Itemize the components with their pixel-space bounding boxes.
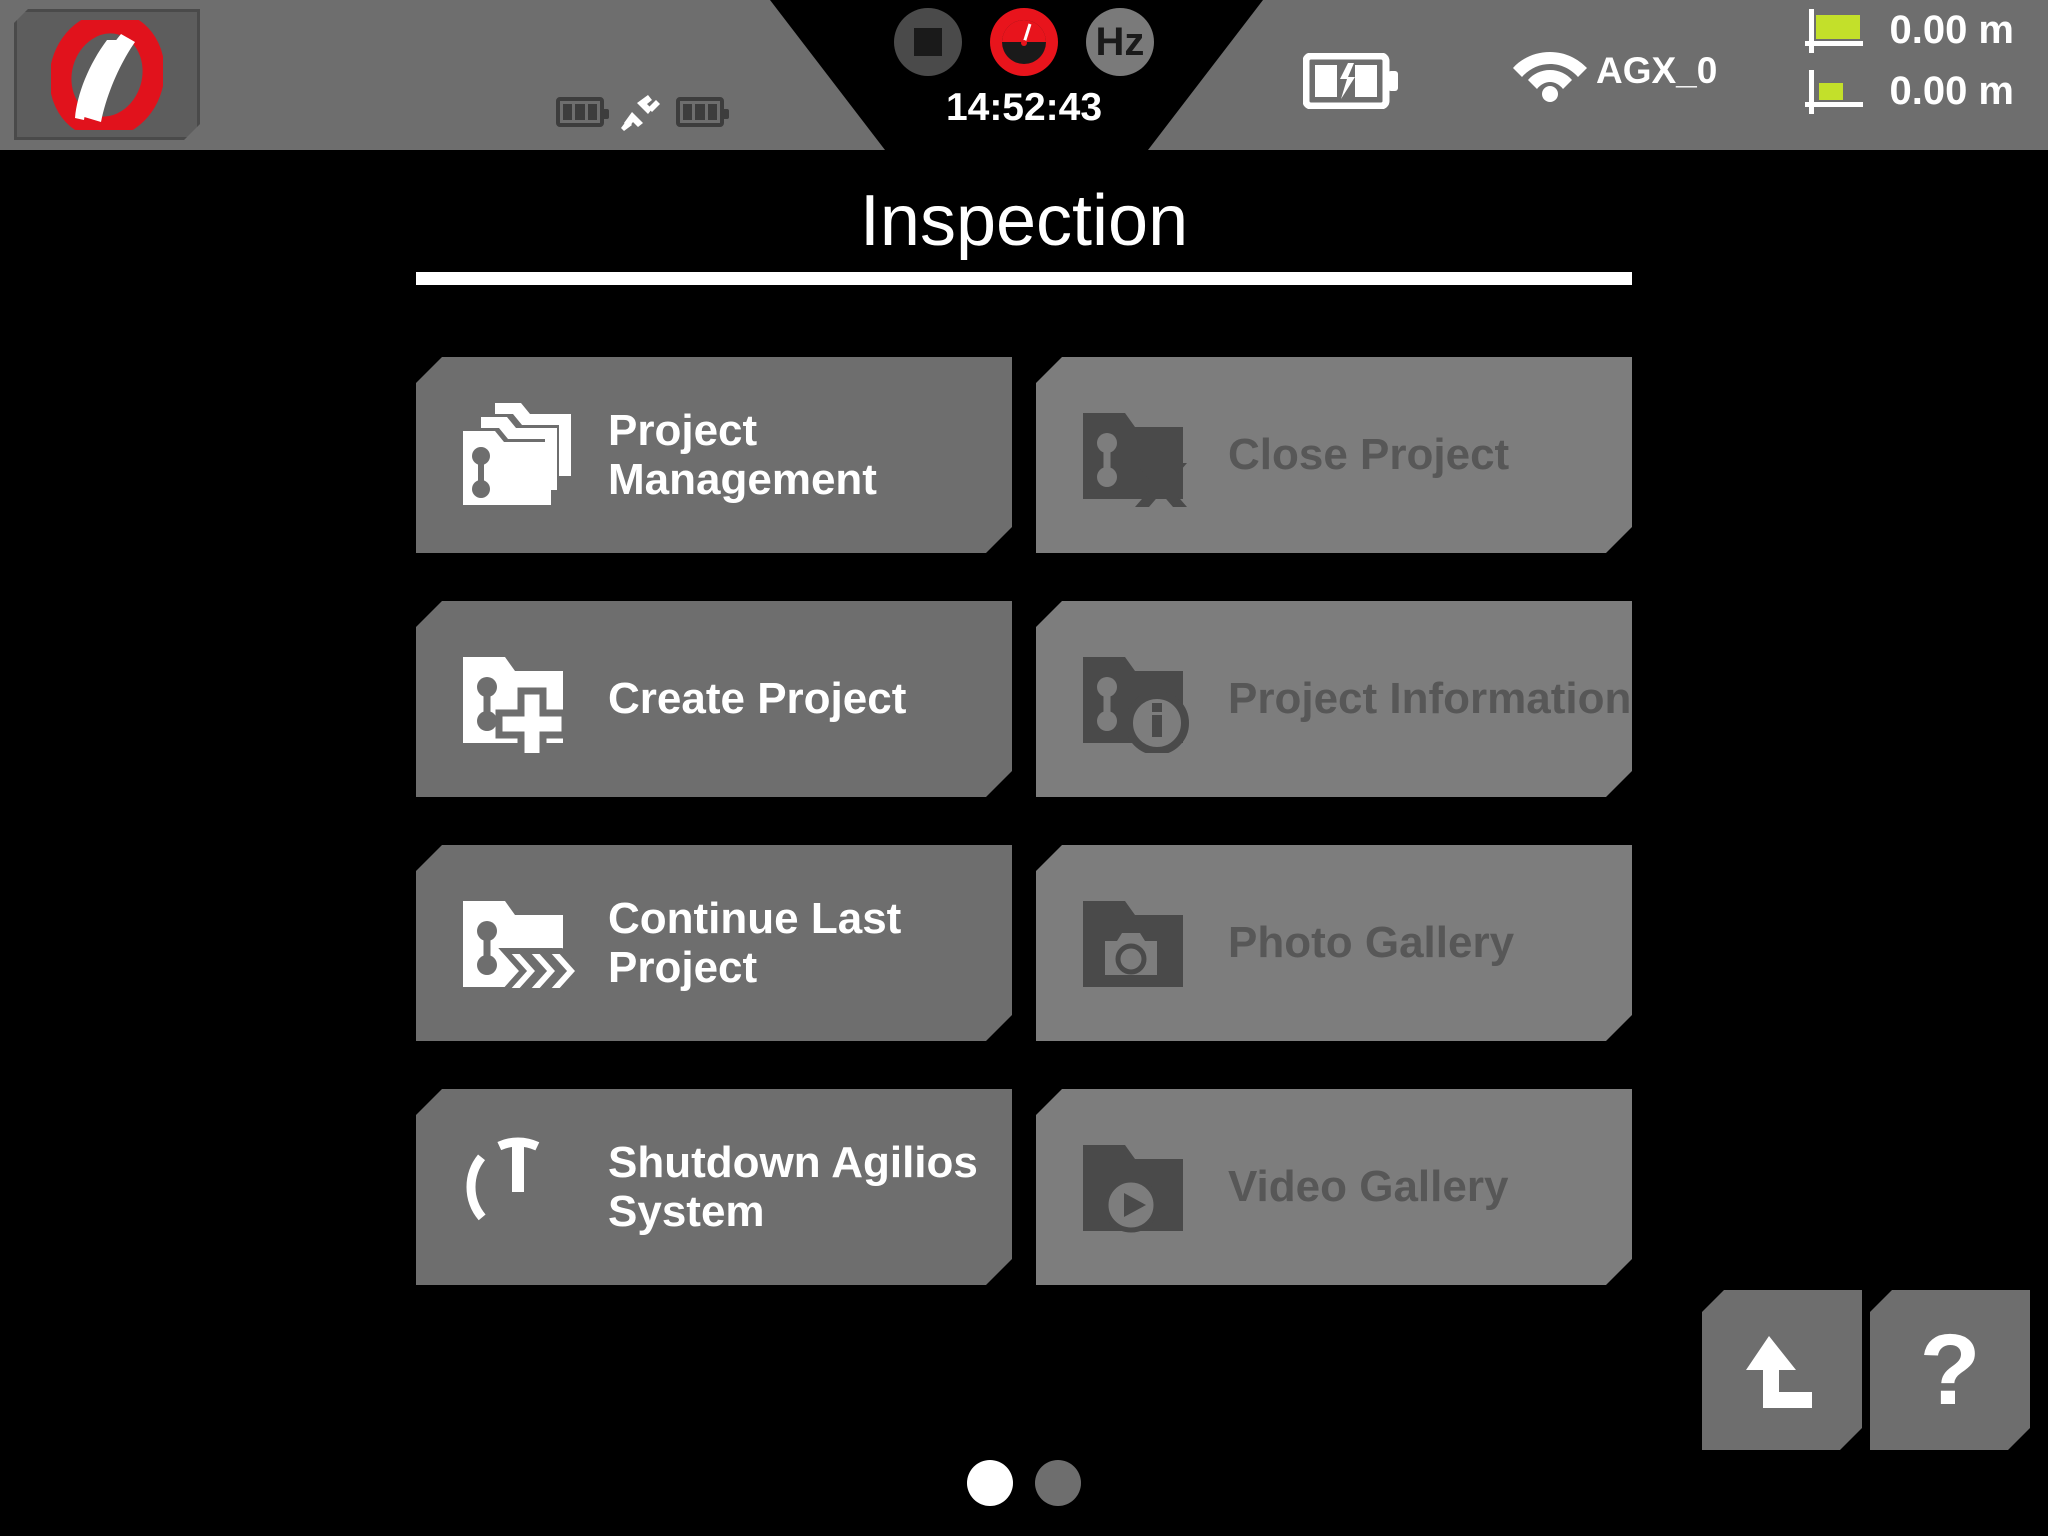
agilios-logo-icon	[51, 20, 163, 130]
page-dot-2[interactable]	[1035, 1460, 1081, 1506]
measurement-lower: 0.00 m	[1805, 69, 2014, 114]
power-icon	[458, 1127, 578, 1247]
measurement-group: 0.00 m 0.00 m	[1805, 8, 2014, 114]
clock: 14:52:43	[945, 86, 1103, 129]
page-dot-1[interactable]	[967, 1460, 1013, 1506]
tile-label: Photo Gallery	[1228, 918, 1515, 968]
folder-path-info-icon	[1078, 639, 1198, 759]
tile-label: Video Gallery	[1228, 1162, 1509, 1212]
wifi-icon	[1513, 52, 1587, 102]
battery-icon-2	[676, 97, 729, 127]
folder-path-x-icon	[1078, 395, 1198, 515]
tile-label: Continue Last Project	[608, 893, 902, 992]
page-indicator	[967, 1460, 1081, 1506]
wifi-status: AGX_0	[1510, 40, 1717, 102]
measurement-upper: 0.00 m	[1805, 8, 2014, 53]
hz-button[interactable]: Hz	[1086, 8, 1154, 76]
tile-shutdown-agilios-system[interactable]: Shutdown Agilios System	[416, 1089, 1012, 1285]
folder-path-plus-icon	[458, 639, 578, 759]
navigation-buttons: ?	[1702, 1290, 2030, 1450]
battery-icon-1	[556, 97, 609, 127]
tile-label: Project Management	[608, 405, 877, 504]
height-bar-wide-icon	[1805, 8, 1864, 53]
agilios-logo[interactable]	[14, 9, 200, 140]
charging-battery-icon	[1302, 52, 1401, 114]
tile-label: Create Project	[608, 674, 907, 724]
measurement-upper-value: 0.00 m	[1889, 8, 2014, 52]
tile-photo-gallery[interactable]: Photo Gallery	[1036, 845, 1632, 1041]
tile-close-project[interactable]: Close Project	[1036, 357, 1632, 553]
tile-create-project[interactable]: Create Project	[416, 601, 1012, 797]
measurement-lower-value: 0.00 m	[1889, 69, 2014, 113]
folder-play-icon	[1078, 1127, 1198, 1247]
status-bar: Hz 14:52:43 AGX_0 0.00 m 0.00 m	[0, 0, 2048, 150]
tile-project-management[interactable]: Project Management	[416, 357, 1012, 553]
tile-label: Close Project	[1228, 430, 1510, 480]
stop-button[interactable]	[894, 8, 962, 76]
tile-label: Shutdown Agilios System	[608, 1137, 978, 1236]
gauge-icon	[1002, 20, 1046, 64]
height-bar-narrow-icon	[1805, 69, 1864, 114]
back-button[interactable]	[1702, 1290, 1862, 1450]
folder-camera-icon	[1078, 883, 1198, 1003]
tile-continue-last-project[interactable]: Continue Last Project	[416, 845, 1012, 1041]
hz-label: Hz	[1095, 20, 1145, 64]
tile-project-information[interactable]: Project Information	[1036, 601, 1632, 797]
page-title: Inspection	[859, 181, 1189, 261]
wifi-ssid: AGX_0	[1596, 50, 1718, 91]
tile-label: Project Information	[1228, 674, 1632, 724]
folder-stack-path-icon	[458, 395, 578, 515]
question-mark-icon: ?	[1919, 1314, 1981, 1426]
help-button[interactable]: ?	[1870, 1290, 2030, 1450]
folder-path-chevrons-icon	[458, 883, 578, 1003]
left-battery-group	[556, 92, 729, 132]
plug-disconnected-icon	[621, 95, 660, 131]
back-arrow-icon	[1736, 1324, 1828, 1416]
title-divider	[416, 272, 1632, 285]
record-gauge-button[interactable]	[990, 8, 1058, 76]
tile-video-gallery[interactable]: Video Gallery	[1036, 1089, 1632, 1285]
menu-grid: Project Management Close Project Create …	[416, 357, 1632, 1285]
stop-icon	[914, 28, 942, 56]
